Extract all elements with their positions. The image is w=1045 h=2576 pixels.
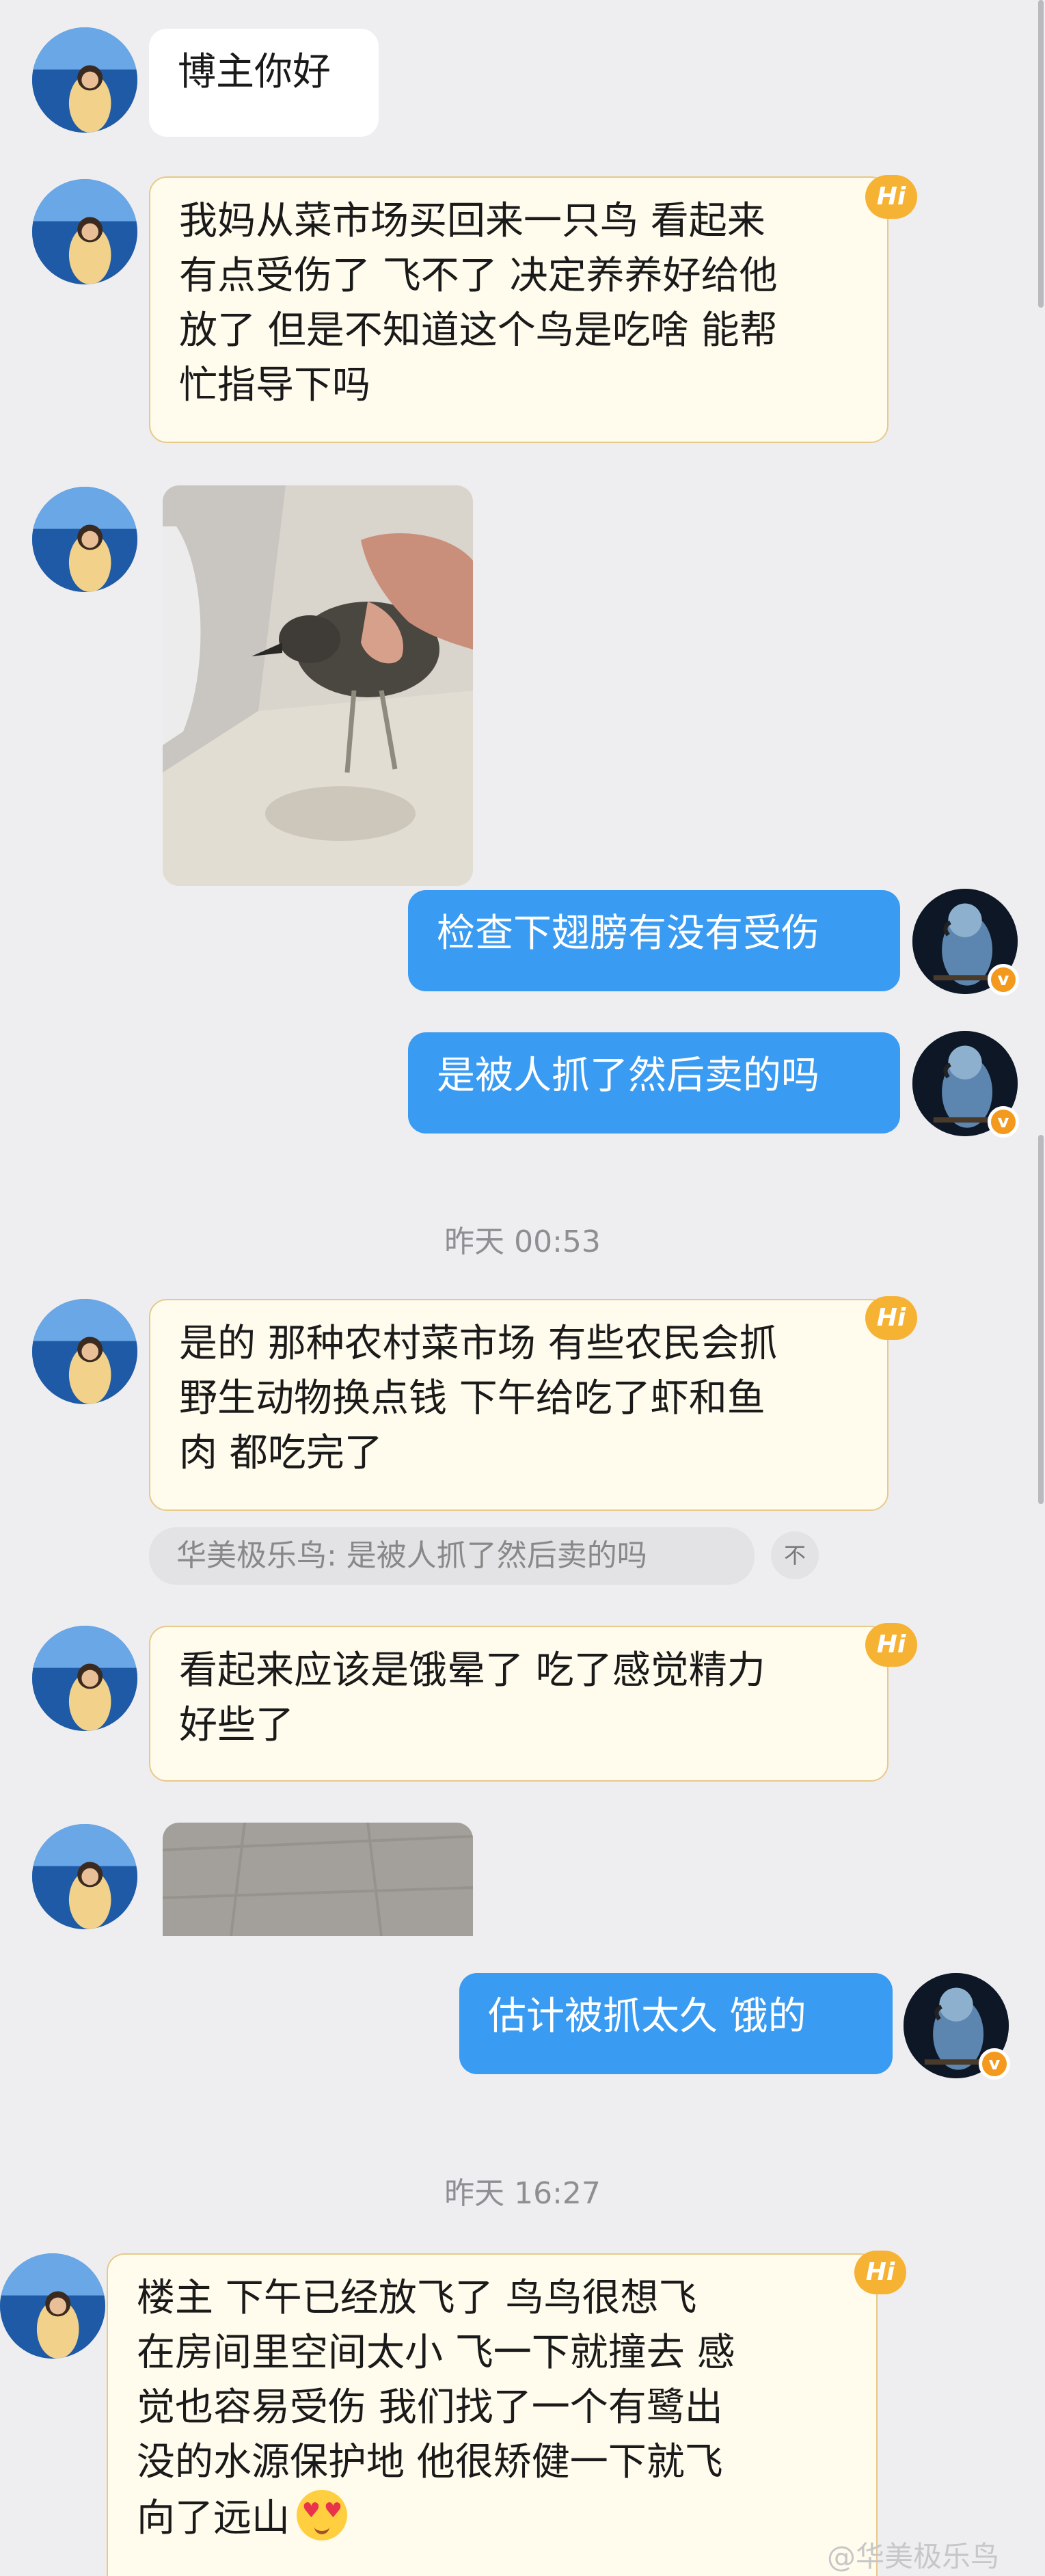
watermark: @华美极乐鸟 [827, 2534, 999, 2575]
message-line: 我妈从菜市场买回来一只鸟 看起来 [179, 199, 765, 243]
message-line: 是的 那种农村菜市场 有些农民会抓 [179, 1321, 778, 1366]
message-text: 是被人抓了然后卖的吗 [437, 1054, 819, 1098]
quote-expand-button[interactable]: 不 [771, 1531, 819, 1579]
verified-badge: v [988, 964, 1019, 995]
avatar[interactable] [32, 1299, 137, 1404]
message-bubble[interactable]: 楼主 下午已经放飞了 鸟鸟很想飞 在房间里空间太小 飞一下就撞去 感 觉也容易受… [107, 2253, 878, 2576]
hi-badge: Hi [865, 1296, 917, 1340]
avatar[interactable] [32, 1824, 137, 1929]
timestamp: 昨天 00:53 [444, 1224, 601, 1259]
mouth-shape [314, 2523, 329, 2534]
quoted-text: 华美极乐鸟: 是被人抓了然后卖的吗 [176, 1538, 647, 1573]
avatar[interactable] [0, 2253, 105, 2359]
hi-badge: Hi [865, 175, 917, 219]
sent-message-bubble[interactable]: 检查下翅膀有没有受伤 [408, 890, 900, 991]
heart-icon: ♥ [324, 2499, 342, 2523]
avatar[interactable]: v [912, 889, 1019, 995]
photo-thumbnail[interactable] [163, 1823, 473, 1936]
message-bubble[interactable]: 看起来应该是饿晕了 吃了感觉精力 好些了 [149, 1626, 888, 1782]
avatar[interactable] [32, 179, 137, 284]
message-line: 没的水源保护地 他很矫健一下就飞 [137, 2440, 723, 2484]
message-line: 野生动物换点钱 下午给吃了虾和鱼 [179, 1376, 765, 1421]
message-line-text: 向了远山 [137, 2496, 290, 2540]
message-text: 检查下翅膀有没有受伤 [437, 911, 819, 956]
message-line: 楼主 下午已经放飞了 鸟鸟很想飞 [137, 2276, 697, 2320]
avatar[interactable] [32, 27, 137, 133]
message-line: 忙指导下吗 [179, 363, 370, 407]
bird-photo[interactable] [163, 485, 473, 886]
avatar[interactable]: v [904, 1973, 1010, 2080]
message-line: 肉 都吃完了 [179, 1431, 383, 1475]
message-line: 向了远山 ♥ ♥ [137, 2490, 847, 2546]
message-line: 好些了 [179, 1703, 294, 1747]
message-line: 看起来应该是饿晕了 吃了感觉精力 [179, 1648, 765, 1693]
scrollbar-top[interactable] [1038, 0, 1044, 308]
avatar[interactable]: v [912, 1031, 1019, 1138]
message-line: 放了 但是不知道这个鸟是吃啥 能帮 [179, 308, 778, 353]
message-line: 在房间里空间太小 飞一下就撞去 感 [137, 2331, 735, 2375]
sent-message-bubble[interactable]: 估计被抓太久 饿的 [459, 1973, 893, 2074]
message-text: 估计被抓太久 饿的 [488, 1994, 806, 2039]
verified-badge: v [988, 1106, 1019, 1138]
sent-message-bubble[interactable]: 是被人抓了然后卖的吗 [408, 1032, 900, 1133]
watermark-text: @华美极乐鸟 [827, 2540, 1000, 2573]
timestamp: 昨天 16:27 [444, 2176, 601, 2211]
verified-badge: v [979, 2048, 1010, 2080]
hi-badge: Hi [865, 1623, 917, 1667]
message-bubble[interactable]: 我妈从菜市场买回来一只鸟 看起来 有点受伤了 飞不了 决定养养好给他 放了 但是… [149, 176, 888, 443]
heart-eyes-emoji-icon: ♥ ♥ [297, 2490, 347, 2540]
avatar[interactable] [32, 487, 137, 592]
message-bubble[interactable]: 是的 那种农村菜市场 有些农民会抓 野生动物换点钱 下午给吃了虾和鱼 肉 都吃完… [149, 1299, 888, 1511]
message-bubble[interactable]: 博主你好 [149, 29, 379, 137]
scrollbar-middle[interactable] [1038, 1135, 1044, 1504]
hi-badge: Hi [854, 2251, 906, 2294]
message-line: 有点受伤了 飞不了 决定养养好给他 [179, 254, 778, 298]
heart-icon: ♥ [302, 2499, 321, 2523]
quoted-reply[interactable]: 华美极乐鸟: 是被人抓了然后卖的吗 [149, 1527, 755, 1585]
avatar[interactable] [32, 1626, 137, 1731]
message-text: 博主你好 [178, 50, 331, 94]
message-line: 觉也容易受伤 我们找了一个有鹭出 [137, 2385, 723, 2430]
